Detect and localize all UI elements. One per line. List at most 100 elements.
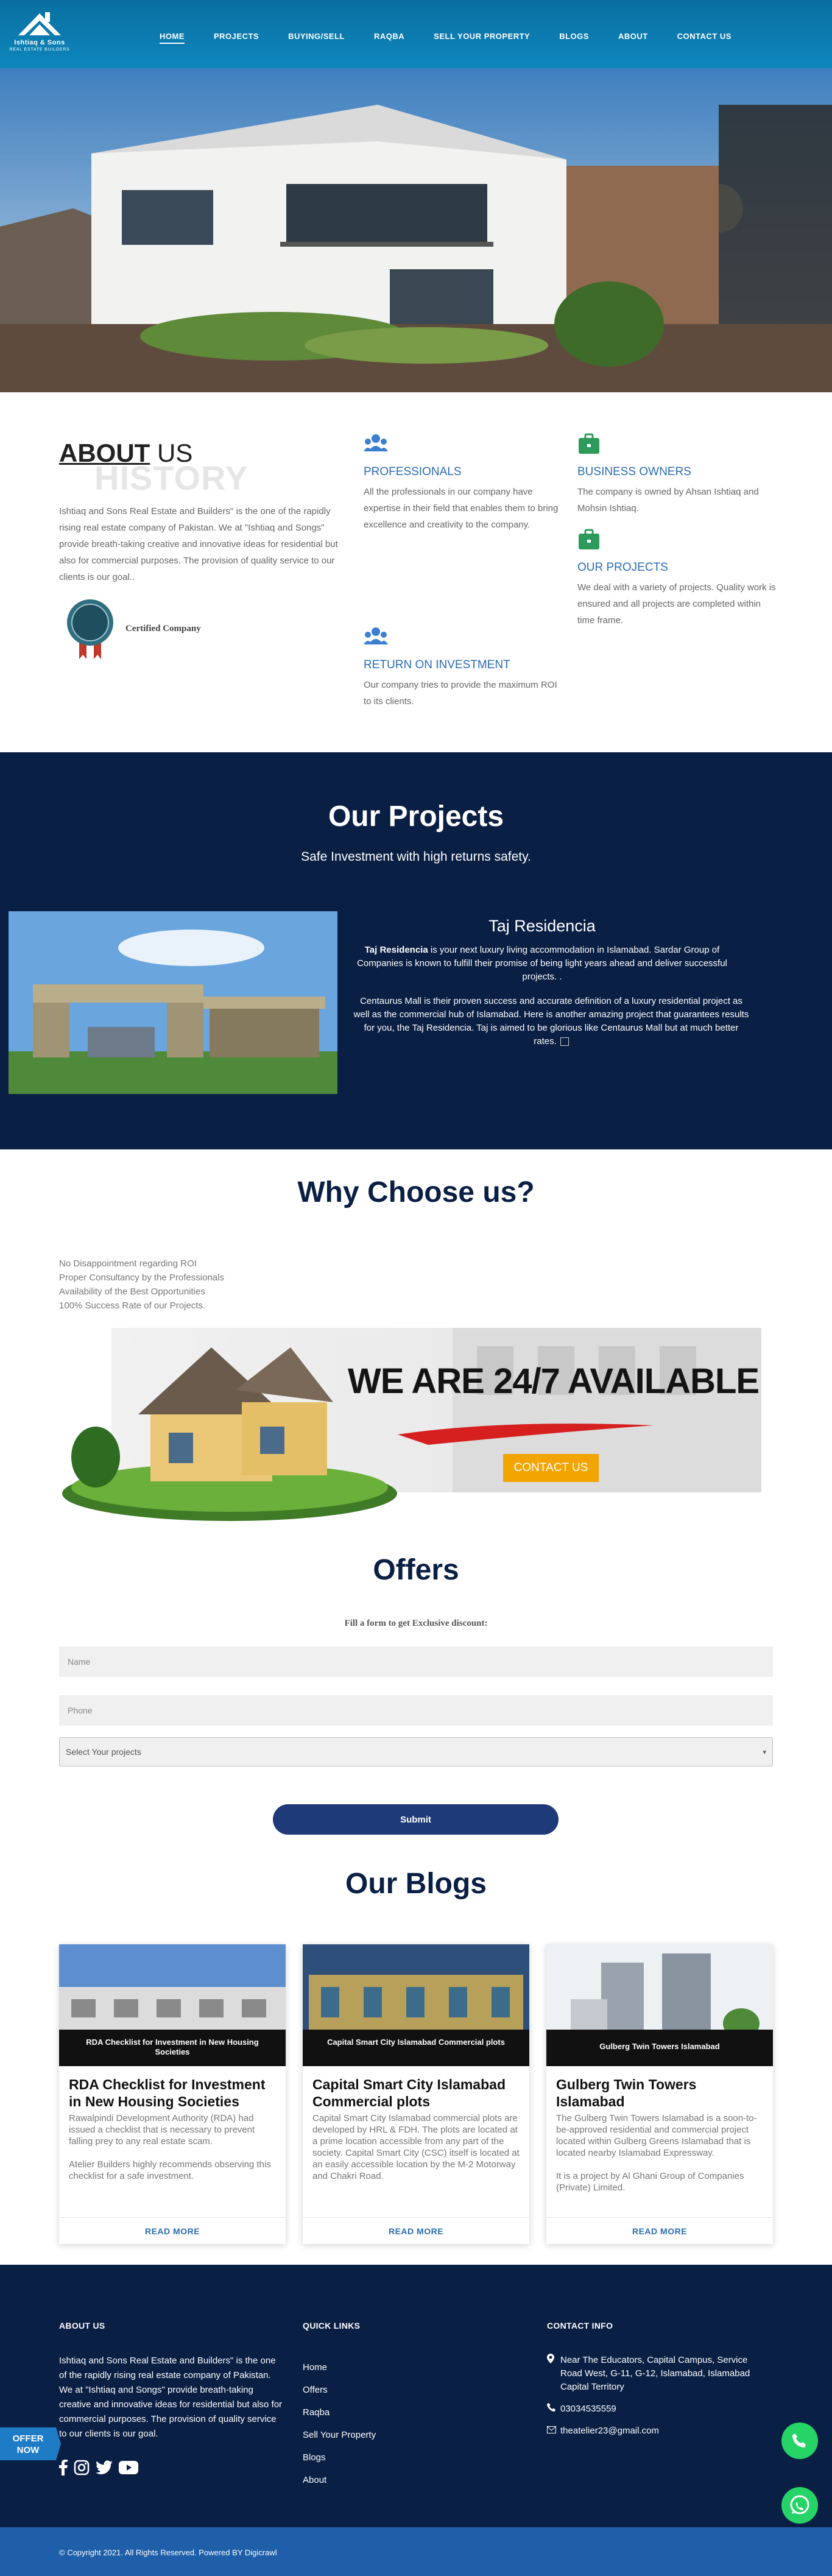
projects-heading: Our Projects <box>328 800 504 833</box>
twitter-icon[interactable] <box>96 2460 113 2475</box>
feature-text: We deal with a variety of projects. Qual… <box>577 582 776 626</box>
phone-input[interactable]: Phone <box>59 1695 773 1726</box>
blog-card[interactable]: Gulberg Twin Towers Islamabad Gulberg Tw… <box>546 1944 773 2244</box>
taj-residencia-gate-illustration <box>9 911 337 1094</box>
users-icon <box>364 434 388 451</box>
footer-address: Near The Educators, Capital Campus, Serv… <box>560 2355 750 2392</box>
project-select[interactable]: Select Your projects ▾ <box>59 1737 773 1766</box>
blog-title[interactable]: Gulberg Twin Towers Islamabad <box>556 2076 763 2110</box>
nav-raqba[interactable]: RAQBA <box>374 32 404 44</box>
project-description: Taj Residencia is your next luxury livin… <box>357 945 727 982</box>
availability-banner: WE ARE 24/7 AVAILABLE CONTACT US <box>59 1311 761 1524</box>
feature-title: PROFESSIONALS <box>364 465 462 478</box>
footer-about-text: Ishtiaq and Sons Real Estate and Builder… <box>59 2355 283 2439</box>
footer-phone[interactable]: 03034535559 <box>560 2402 616 2416</box>
map-pin-icon <box>547 2354 560 2394</box>
footer-email[interactable]: theatelier23@gmail.com <box>560 2424 659 2438</box>
blog-image-caption: Gulberg Twin Towers Islamabad <box>599 2042 720 2051</box>
blog-excerpt: Capital Smart City Islamabad commercial … <box>312 2113 520 2181</box>
list-item: Proper Consultancy by the Professionals <box>59 1272 224 1283</box>
footer-links-heading: QUICK LINKS <box>303 2321 361 2331</box>
offer-badge-line1: OFFER <box>13 2433 44 2444</box>
feature-business-owners: BUSINESS OWNERS The company is owned by … <box>577 433 778 517</box>
social-links <box>59 2460 138 2475</box>
project-title: Taj Residencia <box>488 917 596 935</box>
list-item: Availability of the Best Opportunities <box>59 1286 205 1297</box>
nav-home[interactable]: HOME <box>160 32 185 44</box>
blog-title[interactable]: RDA Checklist for Investment in New Hous… <box>69 2076 276 2110</box>
blog-title[interactable]: Capital Smart City Islamabad Commercial … <box>312 2076 520 2110</box>
footer-link-sell-your-property[interactable]: Sell Your Property <box>303 2424 376 2446</box>
whatsapp-button[interactable] <box>781 2487 818 2524</box>
footer-contact-heading: CONTACT INFO <box>547 2321 613 2331</box>
nav-about[interactable]: ABOUT <box>618 32 648 44</box>
whatsapp-icon <box>790 2495 809 2514</box>
chevron-down-icon: ▾ <box>763 1748 766 1756</box>
read-more-link[interactable]: READ MORE <box>546 2217 773 2244</box>
blog-card[interactable]: RDA Checklist for Investment in New Hous… <box>59 1944 286 2244</box>
envelope-icon <box>547 2424 560 2438</box>
footer-link-raqba[interactable]: Raqba <box>303 2401 376 2424</box>
offers-subheading: Fill a form to get Exclusive discount: <box>344 1618 488 1628</box>
site-header: Ishtiaq & Sons REAL ESTATE BUILDERS HOME… <box>0 0 832 68</box>
blog-image-caption: Capital Smart City Islamabad Commercial … <box>327 2038 505 2047</box>
nav-contact-us[interactable]: CONTACT US <box>677 32 732 44</box>
checkbox[interactable] <box>560 1037 569 1046</box>
copyright-text: © Copyright 2021. All Rights Reserved. P… <box>59 2548 277 2557</box>
select-value: Select Your projects <box>66 1747 141 1757</box>
footer-about-heading: ABOUT US <box>59 2321 105 2331</box>
facebook-icon[interactable] <box>59 2460 68 2475</box>
footer-quick-links: Home Offers Raqba Sell Your Property Blo… <box>303 2356 376 2491</box>
feature-text: The company is owned by Ahsan Ishtiaq an… <box>577 487 759 513</box>
feature-title: OUR PROJECTS <box>577 561 668 574</box>
name-input[interactable]: Name <box>59 1646 773 1677</box>
banner-heading: WE ARE 24/7 AVAILABLE <box>348 1361 760 1401</box>
offer-badge-line2: NOW <box>17 2445 40 2455</box>
modern-house-illustration <box>0 68 832 392</box>
site-footer: ABOUT US Ishtiaq and Sons Real Estate an… <box>0 2265 832 2527</box>
nav-sell-your-property[interactable]: SELL YOUR PROPERTY <box>434 32 530 44</box>
projects-subheading: Safe Investment with high returns safety… <box>301 850 531 864</box>
read-more-link[interactable]: READ MORE <box>59 2217 286 2244</box>
feature-professionals: PROFESSIONALS All the professionals in o… <box>364 433 565 533</box>
submit-button[interactable]: Submit <box>273 1804 559 1835</box>
nav-blogs[interactable]: BLOGS <box>559 32 589 44</box>
certified-badge-icon <box>67 599 113 659</box>
why-choose-list: No Disappointment regarding ROI Proper C… <box>59 1257 224 1313</box>
nav-projects[interactable]: PROJECTS <box>214 32 259 44</box>
site-logo[interactable]: Ishtiaq & Sons REAL ESTATE BUILDERS <box>6 5 73 60</box>
footer-link-blogs[interactable]: Blogs <box>303 2446 376 2469</box>
project-details: Centaurus Mall is their proven success a… <box>353 996 749 1046</box>
offers-heading: Offers <box>373 1554 459 1586</box>
feature-our-projects: OUR PROJECTS We deal with a variety of p… <box>577 529 778 629</box>
about-text: Ishtiaq and Sons Real Estate and Builder… <box>59 506 338 582</box>
blog-excerpt: Rawalpindi Development Authority (RDA) h… <box>69 2113 255 2147</box>
footer-link-home[interactable]: Home <box>303 2356 376 2379</box>
contact-us-button[interactable]: CONTACT US <box>503 1454 599 1482</box>
footer-link-about[interactable]: About <box>303 2469 376 2491</box>
feature-title: RETURN ON INVESTMENT <box>364 658 510 671</box>
briefcase-icon <box>579 433 599 454</box>
instagram-icon[interactable] <box>74 2460 90 2475</box>
call-button[interactable] <box>781 2422 818 2459</box>
feature-text: Our company tries to provide the maximum… <box>364 680 557 707</box>
nav-buying-sell[interactable]: BUYING/SELL <box>288 32 345 44</box>
blog-card[interactable]: Capital Smart City Islamabad Commercial … <box>303 1944 529 2244</box>
phone-icon <box>547 2402 560 2416</box>
blog-excerpt: The Gulberg Twin Towers Islamabad is a s… <box>556 2113 757 2158</box>
users-icon <box>364 627 388 644</box>
footer-contact-info: Near The Educators, Capital Campus, Serv… <box>547 2354 754 2446</box>
why-choose-heading: Why Choose us? <box>297 1176 535 1209</box>
offer-now-badge[interactable]: OFFER NOW <box>0 2427 61 2460</box>
youtube-icon[interactable] <box>119 2460 138 2475</box>
hero-image <box>0 68 832 392</box>
certified-label: Certified Company <box>125 624 201 633</box>
blog-excerpt: Atelier Builders highly recommends obser… <box>69 2159 271 2181</box>
project-image[interactable] <box>9 911 337 1094</box>
feature-title: BUSINESS OWNERS <box>577 465 691 478</box>
logo-subtitle: REAL ESTATE BUILDERS <box>9 48 70 52</box>
read-more-link[interactable]: READ MORE <box>303 2217 529 2244</box>
footer-link-offers[interactable]: Offers <box>303 2379 376 2401</box>
briefcase-icon <box>579 529 599 549</box>
commercial-plots-illustration <box>303 1944 529 2066</box>
